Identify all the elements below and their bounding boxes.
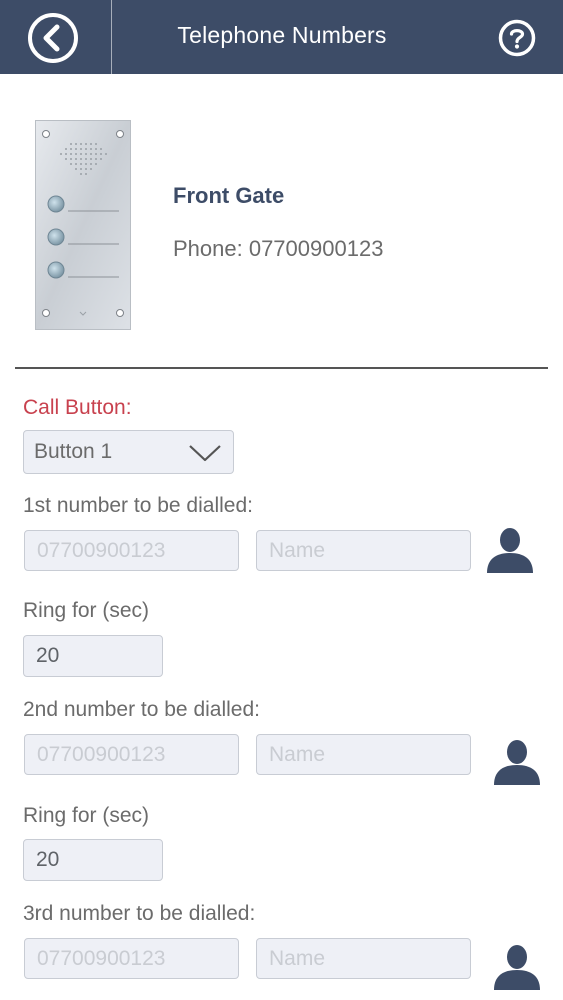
second-contact-picker-button[interactable] (493, 737, 541, 785)
second-ring-input[interactable] (23, 839, 163, 881)
person-contact-icon (487, 528, 533, 573)
second-name-input[interactable] (256, 734, 471, 775)
call-button-label: Call Button: (23, 396, 132, 419)
help-question-circle-icon (498, 19, 536, 57)
first-number-input[interactable] (24, 530, 239, 571)
back-button[interactable] (26, 11, 80, 65)
call-button-select[interactable]: Button 1 (23, 430, 234, 474)
first-ring-input[interactable] (23, 635, 163, 677)
first-ring-label: Ring for (sec) (23, 599, 150, 622)
second-number-input[interactable] (24, 734, 239, 775)
top-bar: Telephone Numbers (0, 0, 563, 74)
third-contact-picker-button[interactable] (493, 942, 541, 990)
person-contact-icon (494, 740, 540, 785)
device-phone: Phone: 07700900123 (173, 236, 384, 261)
second-number-label: 2nd number to be dialled: (23, 698, 260, 721)
second-ring-label: Ring for (sec) (23, 804, 150, 827)
first-contact-picker-button[interactable] (486, 525, 534, 573)
intercom-panel-image (35, 120, 131, 330)
person-contact-icon (494, 945, 540, 990)
third-name-input[interactable] (256, 938, 471, 979)
back-arrow-circle-icon (28, 13, 78, 63)
section-divider (15, 367, 548, 369)
device-name: Front Gate (173, 183, 285, 208)
third-number-input[interactable] (24, 938, 239, 979)
third-number-label: 3rd number to be dialled: (23, 902, 256, 925)
first-number-label: 1st number to be dialled: (23, 494, 253, 517)
call-button-selected-value: Button 1 (34, 440, 113, 463)
first-name-input[interactable] (256, 530, 471, 571)
page-title: Telephone Numbers (177, 22, 387, 48)
chevron-down-icon (189, 445, 221, 462)
help-button[interactable] (497, 18, 537, 58)
